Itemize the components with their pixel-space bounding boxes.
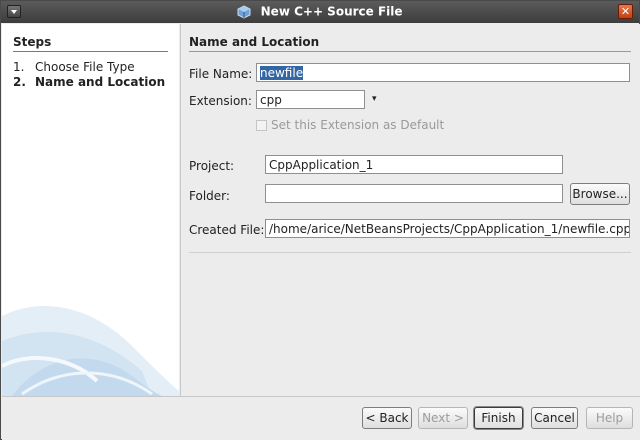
name-location-panel: Name and Location File Name: newfile Ext… (180, 24, 640, 396)
step-label: Choose File Type (35, 60, 135, 74)
step-number: 2. (13, 75, 26, 89)
project-value: CppApplication_1 (269, 158, 374, 172)
dialog-window: New C++ Source File ✕ Steps 1. Choose Fil… (0, 0, 640, 440)
steps-panel: Steps 1. Choose File Type 2. Name and Loca… (2, 24, 179, 396)
project-field: CppApplication_1 (265, 155, 563, 174)
file-name-input[interactable]: newfile (256, 63, 630, 82)
wizard-swoosh-graphic (2, 306, 179, 396)
step-item-name-and-location: 2. Name and Location (13, 75, 165, 89)
created-file-label: Created File: (189, 223, 265, 237)
extension-value: cpp (260, 93, 282, 107)
chevron-down-icon[interactable]: ▾ (372, 94, 377, 104)
project-label: Project: (189, 159, 235, 173)
default-extension-label: Set this Extension as Default (271, 118, 445, 132)
section-title: Name and Location (189, 35, 320, 49)
title-area: New C++ Source File (1, 4, 639, 19)
steps-title: Steps (13, 35, 52, 49)
extension-combo[interactable]: cpp (256, 90, 365, 109)
finish-button[interactable]: Finish (474, 407, 523, 429)
button-bar: < Back Next > Finish Cancel Help (2, 396, 640, 440)
file-name-value: newfile (260, 66, 304, 80)
extension-label: Extension: (189, 94, 252, 108)
created-file-value: /home/arice/NetBeansProjects/CppApplicat… (269, 222, 630, 236)
cancel-button[interactable]: Cancel (531, 407, 578, 429)
step-item-choose-file-type: 1. Choose File Type (13, 60, 135, 74)
next-button[interactable]: Next > (418, 407, 468, 429)
form-bottom-divider (189, 252, 631, 253)
step-label: Name and Location (35, 75, 166, 89)
title-bar[interactable]: New C++ Source File ✕ (1, 1, 639, 23)
back-button[interactable]: < Back (362, 407, 412, 429)
file-name-label: File Name: (189, 67, 253, 81)
created-file-field: /home/arice/NetBeansProjects/CppApplicat… (265, 219, 630, 238)
close-icon[interactable]: ✕ (618, 4, 633, 19)
help-button[interactable]: Help (586, 407, 633, 429)
folder-input[interactable] (265, 184, 563, 203)
browse-button[interactable]: Browse... (570, 183, 630, 205)
folder-label: Folder: (189, 189, 230, 203)
step-number: 1. (13, 60, 25, 74)
section-divider (189, 51, 631, 52)
window-title: New C++ Source File (260, 4, 403, 19)
steps-divider (13, 51, 168, 52)
default-extension-checkbox[interactable] (256, 120, 267, 131)
netbeans-cube-icon (237, 4, 251, 19)
